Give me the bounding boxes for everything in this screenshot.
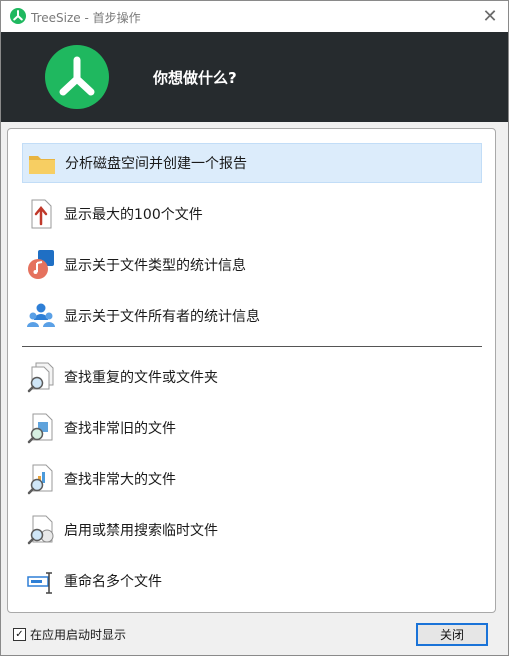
close-icon: ✕	[482, 6, 498, 27]
action-top-100-files[interactable]: 显示最大的100个文件	[22, 194, 482, 234]
file-types-icon	[26, 249, 56, 281]
window-title: TreeSize - 首步操作	[31, 11, 141, 25]
file-owners-icon	[26, 300, 56, 332]
action-label: 查找非常旧的文件	[64, 421, 176, 437]
actions-panel: 分析磁盘空间并创建一个报告 显示最大的100个文件 显示关于文件类型的统计信息 …	[7, 128, 496, 613]
temp-files-search-icon	[26, 514, 56, 546]
show-on-startup-label: 在应用启动时显示	[30, 628, 127, 642]
header-title: 你想做什么?	[153, 69, 237, 87]
title-bar: TreeSize - 首步操作 ✕	[1, 1, 508, 32]
action-toggle-temp-file-search[interactable]: 启用或禁用搜索临时文件	[22, 510, 482, 550]
action-label: 显示关于文件所有者的统计信息	[64, 309, 260, 325]
folder-icon	[27, 147, 57, 179]
action-label: 查找重复的文件或文件夹	[64, 370, 218, 386]
dialog-header: 你想做什么?	[1, 32, 508, 122]
old-files-search-icon	[26, 412, 56, 444]
dialog-window: TreeSize - 首步操作 ✕ 你想做什么? 分析磁盘空间并创建一个报告 显…	[0, 0, 509, 656]
close-button[interactable]: 关闭	[416, 623, 488, 646]
checkmark-icon: ✓	[15, 629, 24, 640]
action-label: 启用或禁用搜索临时文件	[64, 523, 218, 539]
treesize-logo-icon	[45, 45, 109, 109]
action-file-owner-statistics[interactable]: 显示关于文件所有者的统计信息	[22, 296, 482, 336]
show-on-startup-option[interactable]: ✓ 在应用启动时显示	[13, 626, 126, 643]
action-file-type-statistics[interactable]: 显示关于文件类型的统计信息	[22, 245, 482, 285]
action-rename-multiple-files[interactable]: 重命名多个文件	[22, 561, 482, 601]
window-close-button[interactable]: ✕	[472, 1, 508, 32]
action-find-duplicates[interactable]: 查找重复的文件或文件夹	[22, 357, 482, 397]
rename-icon	[26, 565, 56, 597]
action-find-large-files[interactable]: 查找非常大的文件	[22, 459, 482, 499]
action-analyze-disk-space[interactable]: 分析磁盘空间并创建一个报告	[22, 143, 482, 183]
treesize-logo-icon	[10, 8, 26, 24]
action-label: 显示关于文件类型的统计信息	[64, 258, 246, 274]
actions-divider	[22, 346, 482, 347]
top-files-icon	[26, 198, 56, 230]
action-label: 查找非常大的文件	[64, 472, 176, 488]
action-label: 显示最大的100个文件	[64, 207, 203, 223]
action-label: 重命名多个文件	[64, 574, 162, 590]
large-files-search-icon	[26, 463, 56, 495]
duplicate-search-icon	[26, 361, 56, 393]
show-on-startup-checkbox[interactable]: ✓	[13, 628, 26, 641]
action-find-old-files[interactable]: 查找非常旧的文件	[22, 408, 482, 448]
action-label: 分析磁盘空间并创建一个报告	[65, 156, 247, 172]
